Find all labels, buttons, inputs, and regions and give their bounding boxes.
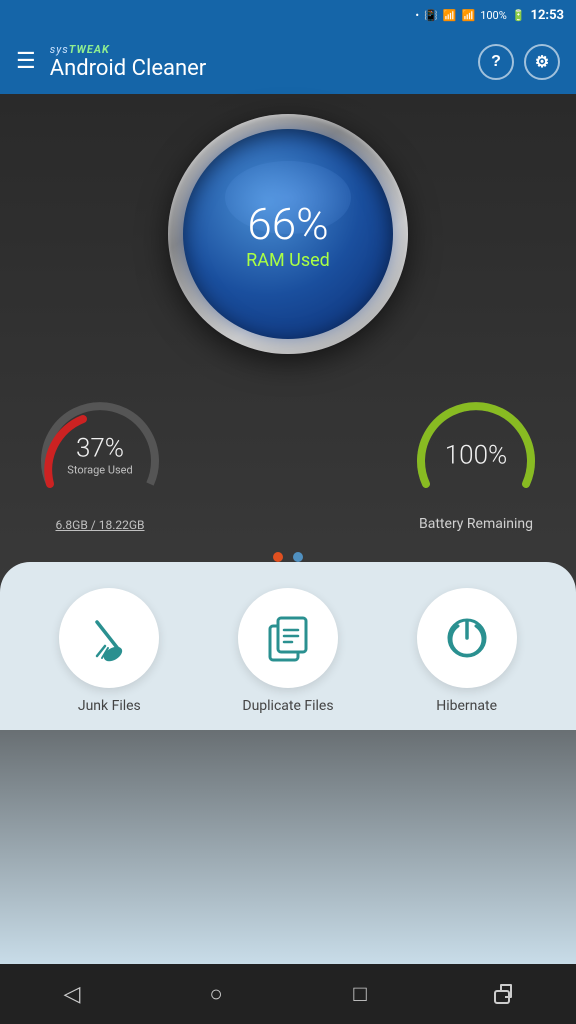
duplicate-files-label: Duplicate Files: [242, 698, 333, 714]
gauges-row: 37% Storage Used 6.8GB / 18.22GB 100% Ba…: [0, 394, 576, 532]
nav-bar: ◁ ○ □: [0, 964, 576, 1024]
app-title: Android Cleaner: [50, 56, 478, 81]
battery-gauge[interactable]: 100% Battery Remaining: [406, 394, 546, 532]
home-button[interactable]: ○: [191, 974, 241, 1014]
action-area: Junk Files Duplicate Files: [0, 562, 576, 730]
ram-gauge[interactable]: 66% RAM Used: [168, 114, 408, 354]
header-title-block: sysTWEAK Android Cleaner: [50, 43, 478, 81]
broom-icon: [83, 612, 135, 664]
ram-label: RAM Used: [246, 250, 330, 271]
battery-percent: 100%: [480, 9, 507, 22]
bluetooth-icon: •: [415, 9, 419, 22]
share-button[interactable]: [479, 974, 529, 1014]
settings-button[interactable]: ⚙: [524, 44, 560, 80]
back-button[interactable]: ◁: [47, 974, 97, 1014]
app-header: ☰ sysTWEAK Android Cleaner ? ⚙: [0, 30, 576, 94]
duplicate-files-button[interactable]: Duplicate Files: [238, 588, 338, 714]
status-bar: • 📳 📶 📶 100% 🔋 12:53: [0, 0, 576, 30]
signal-icon: 📶: [461, 9, 475, 22]
hibernate-button[interactable]: Hibernate: [417, 588, 517, 714]
dot-2: [293, 552, 303, 562]
battery-gauge-svg: 100%: [406, 394, 546, 514]
dot-1: [273, 552, 283, 562]
battery-percent-text: 100%: [445, 442, 508, 468]
header-actions: ? ⚙: [478, 44, 560, 80]
hibernate-circle: [417, 588, 517, 688]
ram-circle-inner: 66% RAM Used: [183, 129, 393, 339]
menu-button[interactable]: ☰: [16, 51, 36, 73]
storage-center: 37% Storage Used: [67, 436, 132, 477]
wifi-icon: 📶: [443, 9, 457, 22]
clock: 12:53: [531, 8, 565, 23]
storage-percent: 37%: [67, 436, 132, 462]
junk-files-circle: [59, 588, 159, 688]
storage-gauge[interactable]: 37% Storage Used 6.8GB / 18.22GB: [30, 394, 170, 532]
help-button[interactable]: ?: [478, 44, 514, 80]
share-icon: [491, 981, 517, 1007]
junk-files-button[interactable]: Junk Files: [59, 588, 159, 714]
storage-sub: Storage Used: [67, 464, 132, 477]
battery-icon: 🔋: [512, 9, 526, 22]
ram-percent: 66%: [247, 198, 328, 250]
brand-sys: sys: [50, 43, 69, 56]
main-content: 66% RAM Used 37% Storage Used 6.8GB / 1: [0, 94, 576, 964]
ram-circle-outer: 66% RAM Used: [168, 114, 408, 354]
junk-files-label: Junk Files: [78, 698, 141, 714]
page-dots: [273, 552, 303, 562]
duplicate-icon: [262, 612, 314, 664]
storage-gauge-svg: 37% Storage Used: [30, 394, 170, 514]
storage-detail: 6.8GB / 18.22GB: [56, 518, 145, 532]
battery-label: Battery Remaining: [419, 516, 533, 532]
status-icons: • 📳 📶 📶 100% 🔋 12:53: [415, 8, 564, 23]
hibernate-icon: [441, 612, 493, 664]
brand-logo: sysTWEAK: [50, 43, 478, 56]
recents-button[interactable]: □: [335, 974, 385, 1014]
duplicate-files-circle: [238, 588, 338, 688]
hibernate-label: Hibernate: [436, 698, 497, 714]
battery-center: 100%: [445, 442, 508, 468]
brand-tweak: TWEAK: [69, 43, 110, 56]
action-buttons-row: Junk Files Duplicate Files: [20, 588, 556, 714]
vibrate-icon: 📳: [424, 9, 438, 22]
